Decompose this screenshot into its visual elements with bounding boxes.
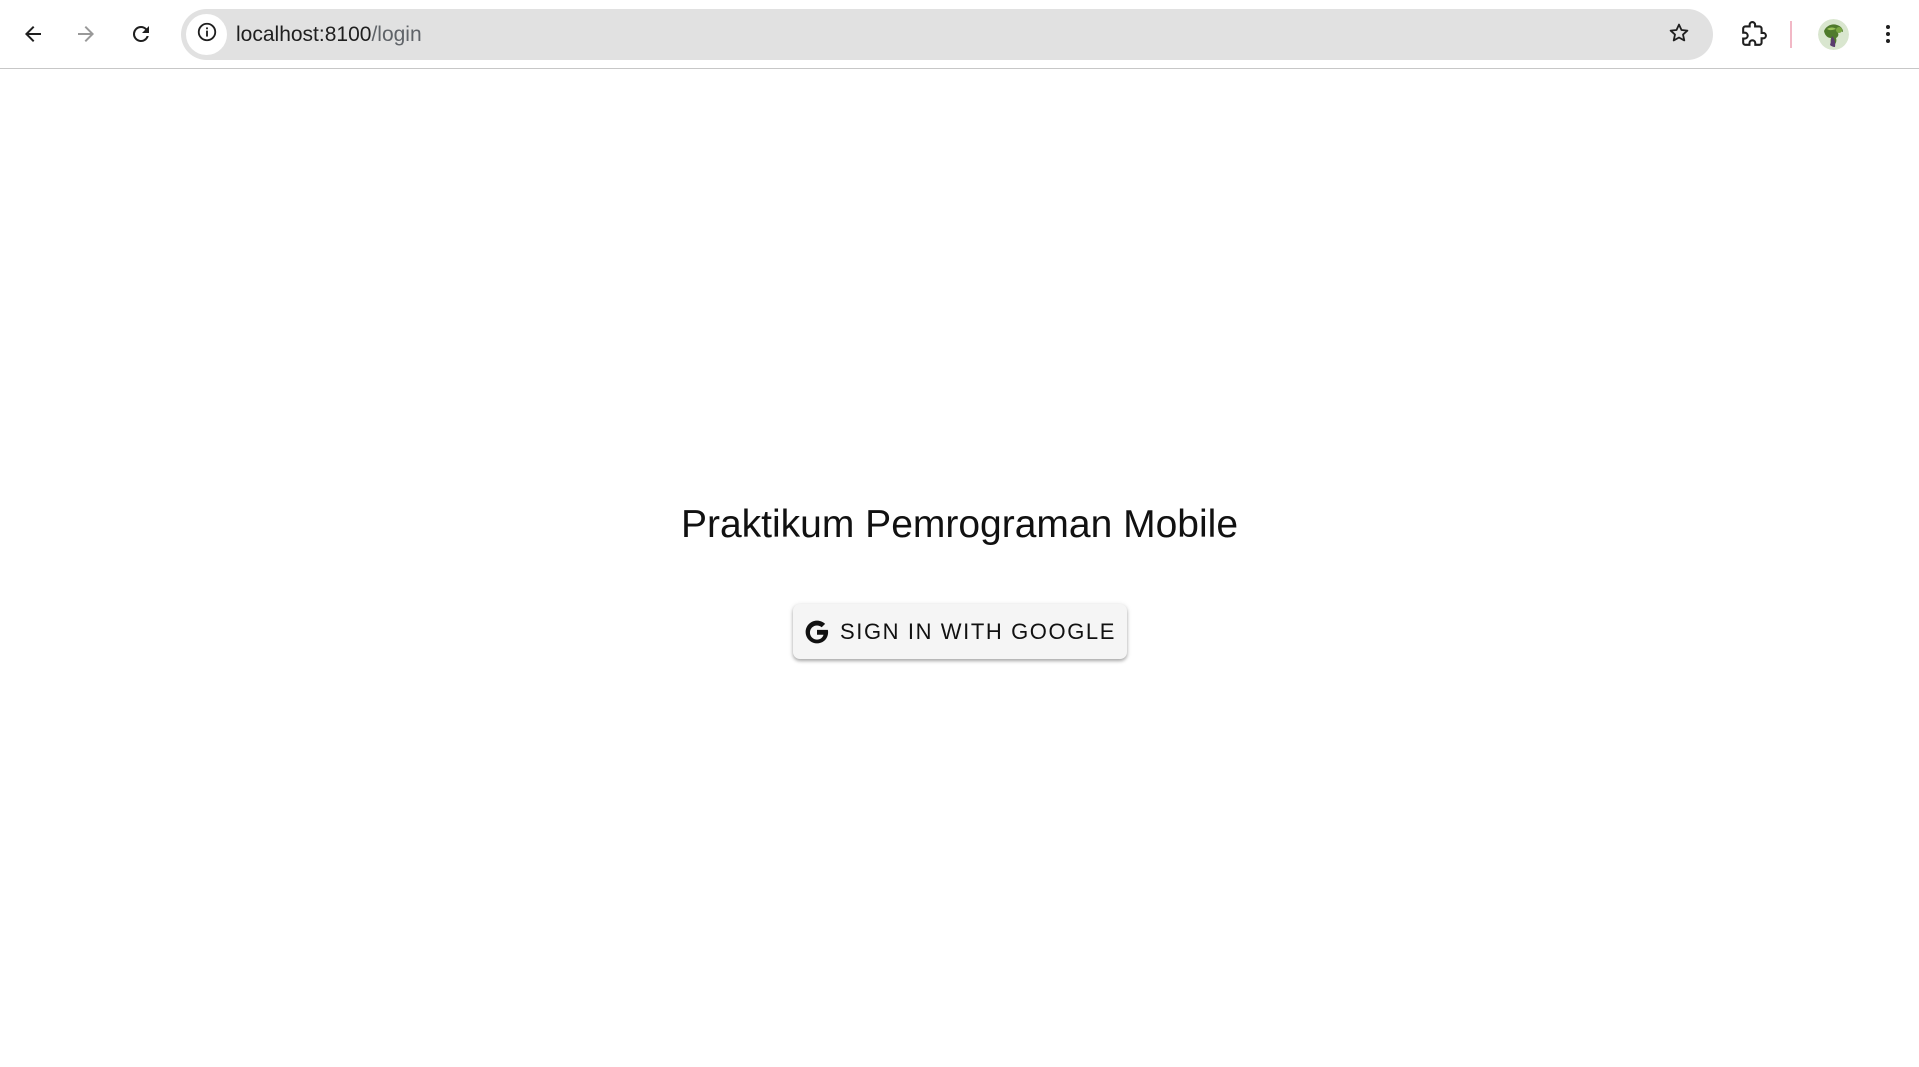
- browser-toolbar: localhost:8100/login: [0, 0, 1919, 69]
- reload-button[interactable]: [119, 12, 163, 56]
- page-content: Praktikum Pemrograman Mobile SIGN IN WIT…: [0, 70, 1919, 1067]
- google-button-label: SIGN IN WITH GOOGLE: [839, 618, 1117, 644]
- arrow-left-icon: [21, 22, 45, 46]
- url-host: localhost:8100: [236, 23, 372, 46]
- url-text: localhost:8100/login: [236, 9, 422, 60]
- address-bar[interactable]: localhost:8100/login: [181, 9, 1713, 60]
- puzzle-icon: [1741, 21, 1767, 47]
- page-title: Praktikum Pemrograman Mobile: [680, 503, 1239, 546]
- url-path: /login: [371, 23, 422, 46]
- profile-avatar[interactable]: [1818, 19, 1849, 50]
- info-icon: [196, 21, 218, 48]
- bookmark-button[interactable]: [1657, 13, 1701, 57]
- reload-icon: [129, 22, 153, 46]
- star-icon: [1667, 21, 1691, 50]
- extensions-button[interactable]: [1732, 12, 1776, 56]
- kebab-menu-icon: [1876, 22, 1900, 46]
- site-info-button[interactable]: [186, 14, 227, 55]
- browser-menu-button[interactable]: [1866, 12, 1910, 56]
- back-button[interactable]: [11, 12, 55, 56]
- forward-button[interactable]: [64, 12, 108, 56]
- sign-in-with-google-button[interactable]: SIGN IN WITH GOOGLE: [793, 604, 1127, 659]
- google-g-icon: [804, 619, 830, 645]
- toolbar-separator: [1790, 21, 1792, 48]
- arrow-right-icon: [74, 22, 98, 46]
